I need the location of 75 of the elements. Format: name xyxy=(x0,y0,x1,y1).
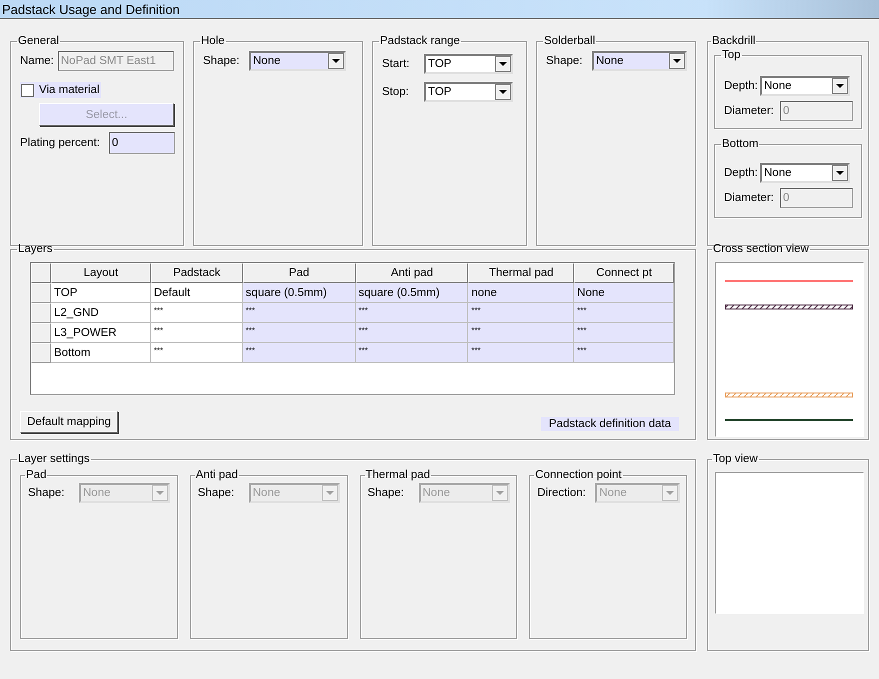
table-cell: none xyxy=(468,283,574,303)
group-label: Connection point xyxy=(534,469,623,482)
row-header[interactable] xyxy=(31,283,51,303)
column-header[interactable]: Pad xyxy=(242,263,356,283)
table-cell: TOP xyxy=(50,283,151,303)
table-cell: L3_POWER xyxy=(50,323,151,343)
group-label: Layers xyxy=(17,243,54,256)
row-header[interactable] xyxy=(31,323,51,343)
field-label: Diameter: xyxy=(724,105,775,117)
table-cell: *** xyxy=(574,323,674,343)
group-label: Top view xyxy=(712,453,759,466)
checkbox-label: Via material xyxy=(39,84,100,96)
dropdown[interactable]: None xyxy=(592,51,687,71)
table-cell: L2_GND xyxy=(50,303,151,323)
group-label: Backdrill xyxy=(711,35,756,48)
column-header[interactable]: Connect pt xyxy=(574,263,674,283)
window-title: Padstack Usage and Definition xyxy=(2,2,180,16)
table-cell: *** xyxy=(242,343,356,363)
default-mapping-button[interactable]: Default mapping xyxy=(20,411,118,433)
table-cell: *** xyxy=(150,303,243,323)
table-cell: *** xyxy=(150,343,243,363)
table-cell: Bottom xyxy=(50,343,151,363)
group-label: Bottom xyxy=(721,138,760,151)
group-label: Top xyxy=(721,49,742,62)
field-label: Shape: xyxy=(198,487,236,499)
field-label: Plating percent: xyxy=(20,137,100,149)
column-header[interactable]: Thermal pad xyxy=(468,263,574,283)
table-cell: *** xyxy=(242,323,356,343)
field-label: Depth: xyxy=(724,80,759,92)
field-label: Shape: xyxy=(203,55,237,67)
row-header[interactable] xyxy=(31,303,51,323)
plating-field[interactable]: 0 xyxy=(108,132,175,154)
dropdown[interactable]: None xyxy=(760,163,850,183)
field-label: Stop: xyxy=(382,86,410,98)
group-label: Thermal pad xyxy=(364,469,432,482)
table-cell: *** xyxy=(356,323,468,343)
table-cell: *** xyxy=(242,303,356,323)
group-label: Pad xyxy=(25,469,48,482)
group-label: Padstack range xyxy=(379,35,461,48)
field-label: Start: xyxy=(382,58,410,70)
field-label: Direction: xyxy=(537,487,587,499)
table-cell: *** xyxy=(574,303,674,323)
column-header[interactable]: Layout xyxy=(50,263,151,283)
checkbox[interactable] xyxy=(21,84,34,96)
table-cell: *** xyxy=(356,303,468,323)
table-cell: *** xyxy=(150,323,243,343)
table-cell: *** xyxy=(468,323,574,343)
field-label: Shape: xyxy=(546,55,582,67)
field-label: Name: xyxy=(20,55,54,67)
group-label: Anti pad xyxy=(194,469,239,482)
column-header[interactable]: Padstack xyxy=(150,263,243,283)
dropdown[interactable]: None xyxy=(760,76,850,96)
group-label: Layer settings xyxy=(17,453,91,466)
group-label: Cross section view xyxy=(712,243,810,256)
field-label: Diameter: xyxy=(724,192,775,204)
table-cell: *** xyxy=(356,343,468,363)
table-cell: square (0.5mm) xyxy=(242,283,356,303)
dropdown[interactable]: None xyxy=(249,51,346,71)
field-label: Depth: xyxy=(724,167,759,179)
field-label: Shape: xyxy=(28,487,66,499)
table-cell: Default xyxy=(150,283,243,303)
row-header[interactable] xyxy=(31,343,51,363)
dropdown[interactable]: TOP xyxy=(424,54,513,74)
group-label: Hole xyxy=(200,35,226,48)
group-label: General xyxy=(17,35,60,48)
definition-label: Padstack definition data xyxy=(540,417,679,431)
table-cell: *** xyxy=(574,343,674,363)
table-cell: square (0.5mm) xyxy=(356,283,468,303)
group-label: Solderball xyxy=(543,35,596,48)
dropdown[interactable]: TOP xyxy=(424,82,513,102)
table-cell: None xyxy=(574,283,674,303)
column-header[interactable]: Anti pad xyxy=(356,263,468,283)
field-label: Shape: xyxy=(368,487,405,499)
table-cell: *** xyxy=(468,343,574,363)
table-cell: *** xyxy=(468,303,574,323)
